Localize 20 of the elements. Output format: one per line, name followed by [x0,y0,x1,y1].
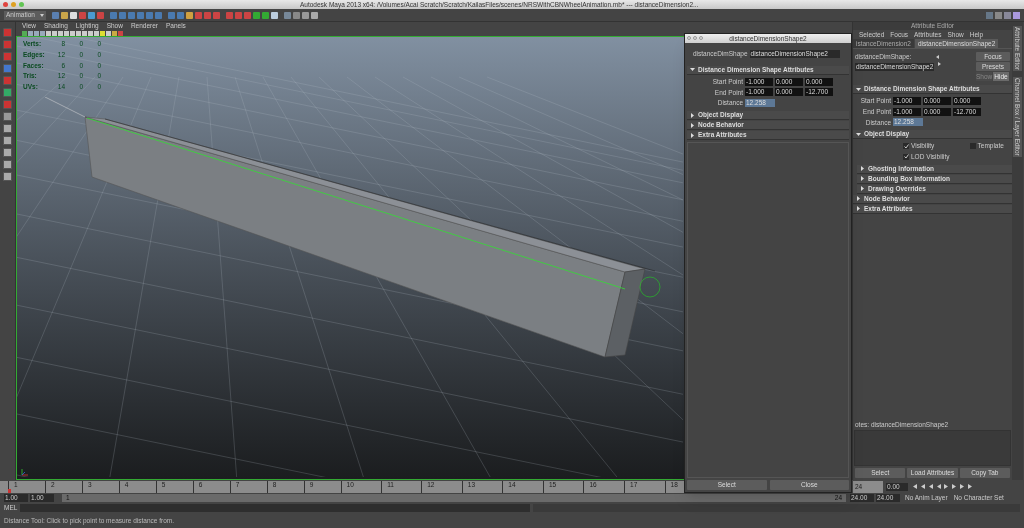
collapsed-triangle-icon[interactable] [860,176,865,182]
axis-icon [21,468,29,476]
checkbox[interactable] [903,143,909,150]
checkbox[interactable] [903,153,909,160]
collapsed-triangle-icon[interactable] [856,206,861,212]
expanded-triangle-icon[interactable] [856,131,861,137]
arrow-left-icon[interactable] [936,55,942,59]
caret-icon [40,13,44,17]
checkbox[interactable] [969,143,976,150]
collapsed-triangle-icon[interactable] [690,112,695,118]
collapsed-triangle-icon[interactable] [856,196,861,202]
current-time-marker[interactable] [8,488,11,493]
collapsed-triangle-icon[interactable] [860,166,865,172]
expanded-triangle-icon[interactable] [690,67,695,73]
expanded-triangle-icon[interactable] [856,86,861,92]
collapsed-triangle-icon[interactable] [690,122,695,128]
arrow-right-icon[interactable] [936,62,942,66]
collapsed-triangle-icon[interactable] [690,132,695,138]
close-icon[interactable] [3,2,8,7]
collapsed-triangle-icon[interactable] [860,186,865,192]
